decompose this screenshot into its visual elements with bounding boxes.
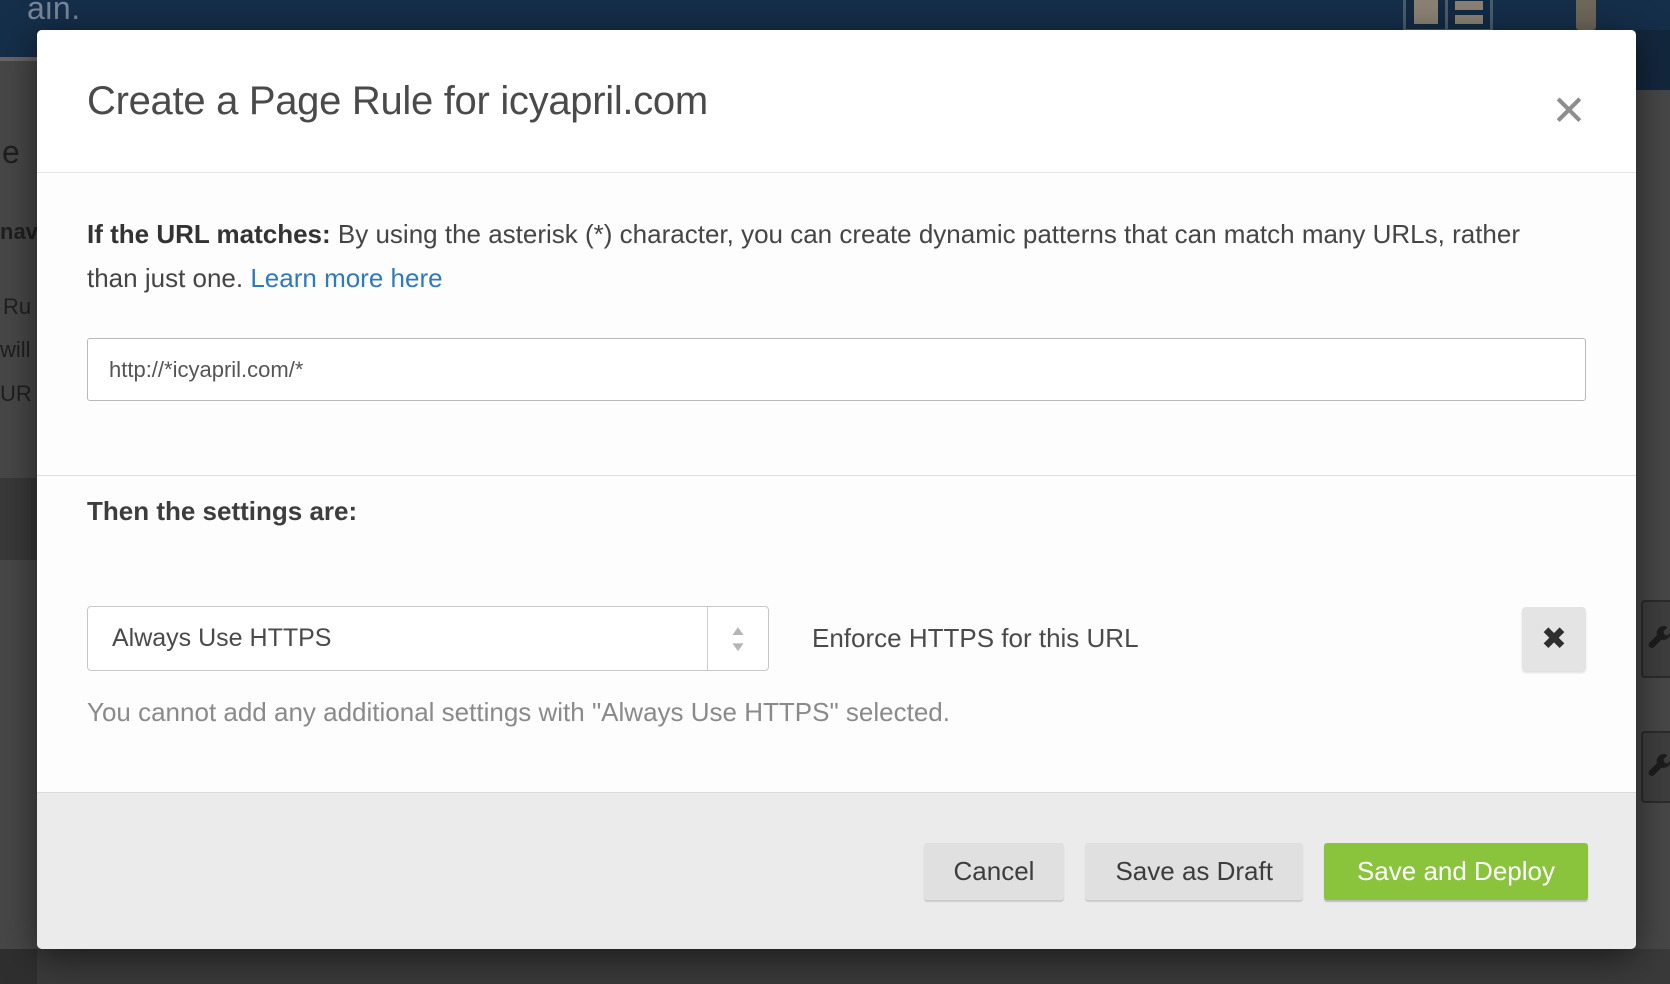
cancel-button[interactable]: Cancel (924, 843, 1065, 900)
learn-more-link[interactable]: Learn more here (250, 263, 442, 293)
setting-row: Always Use HTTPS ▲ ▼ Enforce HTTPS for t… (87, 606, 1586, 671)
background-bottom-corner (0, 949, 37, 984)
chevron-down-icon: ▼ (729, 641, 748, 651)
modal-header: Create a Page Rule for icyapril.com ✕ (37, 30, 1636, 173)
setting-select[interactable]: Always Use HTTPS ▲ ▼ (87, 606, 769, 671)
background-text-fragment: e (2, 134, 20, 171)
setting-helper-text: You cannot add any additional settings w… (87, 697, 1586, 728)
background-divider (0, 57, 37, 61)
background-text-fragment: Ru (3, 294, 31, 320)
setting-select-value: Always Use HTTPS (88, 624, 707, 653)
navbar-icon (1576, 0, 1596, 30)
background-navbar-edge (1636, 30, 1670, 90)
modal-footer: Cancel Save as Draft Save and Deploy (37, 792, 1636, 949)
wrench-icon (1647, 754, 1670, 781)
save-as-draft-button[interactable]: Save as Draft (1085, 843, 1303, 900)
modal-title: Create a Page Rule for icyapril.com (87, 79, 708, 124)
url-match-label: If the URL matches: (87, 219, 331, 249)
settings-heading: Then the settings are: (87, 496, 1586, 527)
grid-view-icon (1403, 0, 1448, 32)
background-text-fragment: will (0, 337, 31, 363)
remove-setting-button[interactable]: ✖ (1522, 607, 1586, 671)
chevron-up-icon: ▲ (729, 625, 748, 635)
create-page-rule-modal: Create a Page Rule for icyapril.com ✕ If… (37, 30, 1636, 949)
setting-description: Enforce HTTPS for this URL (812, 623, 1139, 654)
wrench-icon (1647, 626, 1670, 653)
background-edit-rule-button (1641, 731, 1670, 803)
select-stepper[interactable]: ▲ ▼ (707, 607, 768, 670)
background-domain-text-fragment: ain. (27, 0, 81, 27)
background-table-header-band (0, 478, 37, 560)
section-divider (37, 475, 1636, 476)
background-text-fragment: nav (0, 219, 38, 245)
url-pattern-input[interactable] (87, 338, 1586, 401)
view-toggle-control (1403, 0, 1493, 32)
background-bottom-band (0, 949, 1670, 984)
background-edit-rule-button (1641, 600, 1670, 678)
close-icon[interactable]: ✕ (1544, 86, 1594, 136)
background-text-fragment: UR (0, 381, 32, 407)
url-match-description: If the URL matches: By using the asteris… (87, 212, 1537, 300)
list-view-icon (1448, 0, 1493, 32)
modal-body: If the URL matches: By using the asteris… (37, 212, 1636, 728)
save-and-deploy-button[interactable]: Save and Deploy (1324, 843, 1588, 900)
